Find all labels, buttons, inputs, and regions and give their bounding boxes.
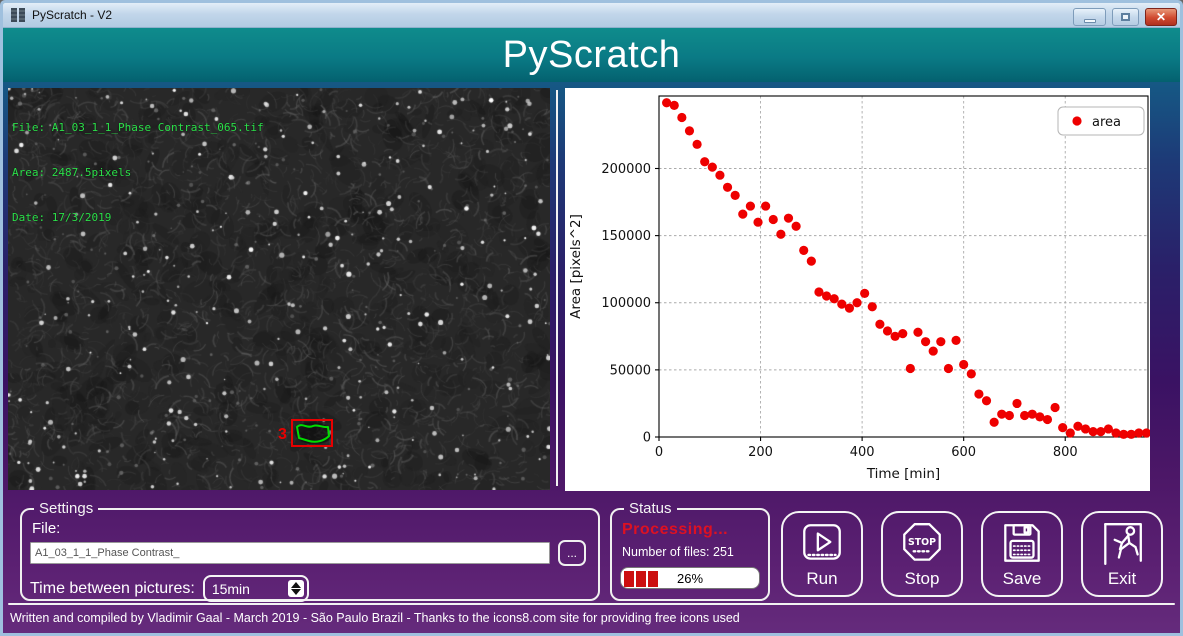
overlay-date-line: Date: 17/3/2019 (12, 210, 264, 225)
interval-value: 15min (205, 581, 250, 597)
run-button[interactable]: Run (781, 511, 863, 597)
overlay-area-line: Area: 2487.5pixels (12, 165, 264, 180)
file-input[interactable] (30, 542, 550, 564)
svg-text:Time [min]: Time [min] (866, 466, 940, 482)
close-icon: ✕ (1156, 10, 1166, 24)
processing-status: Processing... (622, 521, 760, 539)
footer-divider (8, 603, 1175, 605)
status-group: Status Processing... Number of files: 25… (610, 500, 770, 601)
minimize-icon (1084, 19, 1096, 23)
arrow-down-icon[interactable] (291, 589, 301, 595)
progress-percent: 26% (621, 568, 759, 588)
svg-text:400: 400 (850, 445, 875, 460)
floppy-icon (998, 521, 1046, 567)
svg-text:800: 800 (1053, 445, 1078, 460)
scratch-region-annotation: 3 (276, 414, 346, 454)
stop-icon: STOP (898, 521, 946, 567)
overlay-file-line: File: A1_03_1_1_Phase Contrast_065.tif (12, 120, 264, 135)
save-button[interactable]: Save (981, 511, 1063, 597)
app-title: PyScratch (503, 34, 681, 77)
svg-text:200000: 200000 (601, 162, 651, 177)
save-label: Save (1003, 569, 1042, 589)
svg-text:200: 200 (748, 445, 773, 460)
svg-text:100000: 100000 (601, 296, 651, 311)
svg-text:50000: 50000 (610, 363, 651, 378)
stop-label: Stop (905, 569, 940, 589)
exit-label: Exit (1108, 569, 1136, 589)
svg-text:area: area (1092, 115, 1121, 130)
maximize-button[interactable] (1112, 8, 1139, 26)
panel-divider (556, 90, 558, 486)
footer-credit: Written and compiled by Vladimir Gaal - … (10, 611, 740, 625)
stop-button[interactable]: STOP Stop (881, 511, 963, 597)
close-button[interactable]: ✕ (1145, 8, 1177, 26)
arrow-up-icon[interactable] (291, 582, 301, 588)
minimize-button[interactable] (1073, 8, 1106, 26)
status-legend: Status (624, 500, 677, 517)
app-header: PyScratch (3, 28, 1180, 82)
area-plot-panel: 0 200 400 600 800 0 50000 100000 150000 200000 Tim… (565, 88, 1150, 491)
app-window: PyScratch - V2 ✕ PyScratch File: A1_03_1… (0, 0, 1183, 636)
settings-legend: Settings (34, 500, 98, 517)
detected-contour (297, 425, 329, 442)
area-vs-time-chart: 0 200 400 600 800 0 50000 100000 150000 200000 Tim… (565, 88, 1150, 491)
image-overlay-text: File: A1_03_1_1_Phase Contrast_065.tif A… (12, 90, 264, 255)
svg-text:Area [pixels^2]: Area [pixels^2] (568, 214, 584, 319)
title-bar[interactable]: PyScratch - V2 ✕ (3, 3, 1180, 28)
svg-text:0: 0 (643, 431, 651, 446)
svg-text:STOP: STOP (908, 537, 936, 548)
svg-text:600: 600 (951, 445, 976, 460)
run-label: Run (806, 569, 837, 589)
play-icon (798, 521, 846, 567)
svg-text:150000: 150000 (601, 229, 651, 244)
file-label: File: (32, 520, 590, 537)
exit-icon (1098, 521, 1146, 567)
stepper-arrows-icon[interactable] (288, 580, 304, 597)
browse-button[interactable]: ... (558, 540, 586, 566)
interval-label: Time between pictures: (30, 580, 195, 598)
svg-text:0: 0 (655, 445, 663, 460)
region-label: 3 (278, 426, 287, 443)
maximize-icon (1121, 13, 1130, 21)
settings-group: Settings File: ... Time between pictures… (20, 500, 600, 601)
app-icon (11, 8, 25, 22)
window-title: PyScratch - V2 (32, 8, 112, 22)
progress-bar: 26% (620, 567, 760, 589)
microscopy-image-panel: File: A1_03_1_1_Phase Contrast_065.tif A… (8, 88, 550, 490)
exit-button[interactable]: Exit (1081, 511, 1163, 597)
file-count: Number of files: 251 (622, 545, 760, 559)
interval-stepper[interactable]: 15min (203, 575, 309, 602)
